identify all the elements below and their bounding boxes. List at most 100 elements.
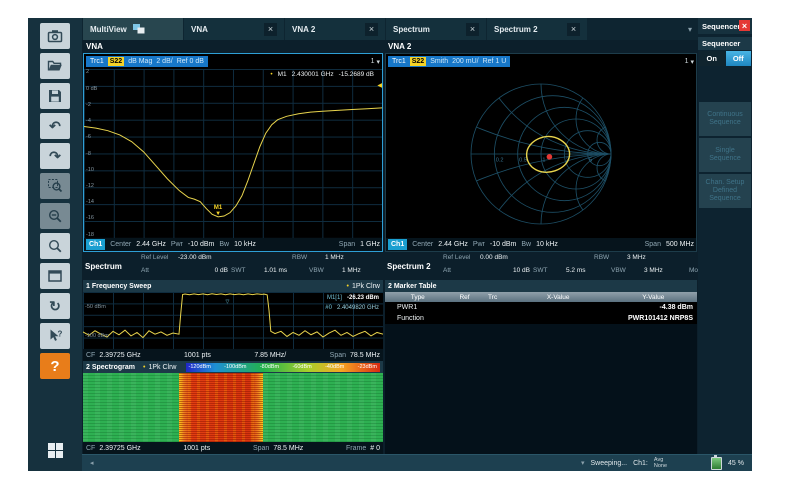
zoom-out-button[interactable] (40, 203, 70, 229)
vbw-value[interactable]: 3 MHz (644, 267, 686, 274)
refresh-button[interactable]: ↻ (40, 293, 70, 319)
spectrum-window-title: Spectrum (85, 253, 137, 279)
cf-label: CF (86, 352, 95, 359)
channel-chip[interactable]: Ch1 (388, 239, 407, 250)
sweep-status-text: Sweeping... (590, 460, 627, 467)
spg-cf-value[interactable]: 2.39725 GHz (99, 445, 140, 452)
softkey-continuous-sequence[interactable]: Continuous Sequence (699, 102, 751, 136)
frame-value[interactable]: # 0 (370, 445, 380, 452)
trace-format: Smith (430, 58, 448, 65)
att-label: Att (141, 267, 175, 274)
spectrogram-display[interactable] (83, 373, 383, 442)
softkey-chan-setup-defined-sequence[interactable]: Chan. Setup Defined Sequence (699, 174, 751, 208)
center-value[interactable]: 2.44 GHz (438, 241, 468, 248)
vna2-window[interactable]: Trc1 S22 Smith 200 mU/ Ref 1 U 1 ▾ (385, 53, 697, 252)
status-bar: ◂ ▾ Sweeping... Ch1: Avg None 45 % (82, 454, 752, 471)
rbw-value[interactable]: 3 MHz (627, 254, 646, 261)
spectrum2-info-row: Spectrum 2 Ref Level 0.00 dBm RBW 3 MHz … (385, 252, 697, 280)
tab-overflow-icon[interactable]: ▾ (688, 25, 698, 34)
close-icon[interactable]: × (739, 20, 750, 31)
frequency-sweep-header[interactable]: 1 Frequency Sweep •1Pk Clrw (83, 280, 383, 292)
bw-value[interactable]: 10 kHz (536, 241, 558, 248)
span-value[interactable]: 1 GHz (360, 241, 380, 248)
windows-start-button[interactable] (40, 437, 70, 463)
bw-value[interactable]: 10 kHz (234, 241, 256, 248)
tab-close-icon[interactable]: × (466, 23, 479, 36)
pwr-value[interactable]: -10 dBm (490, 241, 516, 248)
sweep-y-label: -100 dBm (85, 333, 109, 339)
m1-marker-symbol[interactable]: M1 ▼ (214, 205, 222, 217)
help-button[interactable]: ? (40, 353, 70, 379)
zoom-button[interactable] (40, 233, 70, 259)
att-value[interactable]: 10 dB (480, 267, 530, 274)
tab-spectrum-2[interactable]: Spectrum 2× (487, 18, 587, 40)
frequency-sweep-plot[interactable]: -50 dBm-100 dBm ▽ M1[1]-26.23 dBm #02.40… (83, 292, 383, 349)
vna2-trace-selector[interactable]: 1 ▾ (685, 58, 694, 66)
tab-vna-2[interactable]: VNA 2× (285, 18, 385, 40)
spectrogram-legend-label: 1Pk Clrw (148, 364, 176, 371)
vna2-window-title: VNA 2 (385, 40, 697, 53)
open-file-button[interactable] (40, 53, 70, 79)
spg-span-value[interactable]: 78.5 MHz (273, 445, 303, 452)
spectrogram-title: 2 Spectrogram (86, 364, 135, 371)
window-icon (47, 268, 63, 284)
swt-value[interactable]: 1.01 ms (264, 267, 306, 274)
status-collapse-icon[interactable]: ◂ (90, 459, 94, 467)
spg-span-label: Span (253, 445, 269, 452)
spectrogram-header[interactable]: 2 Spectrogram •1Pk Clrw -120dBm-100dBm-8… (83, 361, 383, 373)
context-help-button[interactable]: ? (40, 323, 70, 349)
smith-marker-dot (547, 154, 553, 160)
tab-multiview[interactable]: MultiView (83, 18, 183, 40)
sweep-span-value[interactable]: 78.5 MHz (350, 352, 380, 359)
vna-y-label: -10 (86, 167, 94, 173)
redo-button[interactable]: ↷ (40, 143, 70, 169)
tab-vna[interactable]: VNA× (184, 18, 284, 40)
save-button[interactable] (40, 83, 70, 109)
swt-value[interactable]: 5.2 ms (566, 267, 608, 274)
channel-chip[interactable]: Ch1 (86, 239, 105, 250)
rbw-value[interactable]: 1 MHz (325, 254, 344, 261)
vna-y-label: 0 dB (86, 86, 97, 92)
smith-chart[interactable]: 0.20.5125 (386, 69, 696, 238)
vna-trace-selector[interactable]: 1 ▾ (371, 58, 380, 66)
spectrogram-footer: CF 2.39725 GHz 1001 pts Span 78.5 MHz Fr… (83, 442, 383, 454)
cf-value[interactable]: 2.39725 GHz (99, 352, 140, 359)
vna-plot[interactable]: 20 dB-2-4-6-8-10-12-14-16-18 • M1 2.4300… (84, 69, 382, 238)
trace-ref: Ref 1 U (483, 58, 507, 65)
vna2-trace-chip[interactable]: Trc1 S22 Smith 200 mU/ Ref 1 U (388, 56, 510, 67)
table-cell-type: PWR1 (385, 304, 451, 311)
ref-level-value[interactable]: -23.00 dBm (178, 254, 228, 261)
rbw-label: RBW (594, 254, 624, 261)
center-label: Center (412, 241, 433, 248)
sequencer-off-button[interactable]: Off (726, 51, 752, 66)
instrument-screen: ↶ ↷ ↻ ? ? MultiViewVNA×VNA 2×Spectrum×Sp… (28, 18, 752, 471)
softkey-single-sequence[interactable]: Single Sequence (699, 138, 751, 172)
vna-trace-chip[interactable]: Trc1 S22 dB Mag 2 dB/ Ref 0 dB (86, 56, 208, 67)
pwr-value[interactable]: -10 dBm (188, 241, 214, 248)
tab-spectrum[interactable]: Spectrum× (386, 18, 486, 40)
span-value[interactable]: 500 MHz (666, 241, 694, 248)
ref-level-value[interactable]: 0.00 dBm (480, 254, 530, 261)
status-avg-stack: Avg None (654, 457, 667, 469)
sequencer-on-button[interactable]: On (699, 51, 725, 66)
undo-button[interactable]: ↶ (40, 113, 70, 139)
tab-close-icon[interactable]: × (264, 23, 277, 36)
table-row[interactable]: PWR1-4.38 dBm (385, 302, 697, 313)
zoom-select-button[interactable] (40, 173, 70, 199)
att-value[interactable]: 0 dB (178, 267, 228, 274)
vna2-trace-header: Trc1 S22 Smith 200 mU/ Ref 1 U 1 ▾ (386, 54, 696, 69)
spg-points-value: 1001 pts (183, 445, 210, 452)
center-value[interactable]: 2.44 GHz (136, 241, 166, 248)
tab-close-icon[interactable]: × (567, 23, 580, 36)
marker-table-header[interactable]: 2 Marker Table (385, 280, 697, 292)
display-window-button[interactable] (40, 263, 70, 289)
vbw-value[interactable]: 1 MHz (342, 267, 384, 274)
frequency-sweep-footer: CF 2.39725 GHz 1001 pts 7.85 MHz/ Span 7… (83, 349, 383, 361)
vna-window[interactable]: Trc1 S22 dB Mag 2 dB/ Ref 0 dB 1 ▾ (83, 53, 383, 252)
sweep-marker-readout: M1[1]-26.23 dBm #02.4049820 GHz (325, 294, 379, 313)
table-row[interactable]: FunctionPWR101412 NRP8S (385, 313, 697, 324)
tab-close-icon[interactable]: × (365, 23, 378, 36)
status-dropdown-icon[interactable]: ▾ (581, 459, 585, 467)
trace-ref: Ref 0 dB (177, 58, 204, 65)
screenshot-camera-button[interactable] (40, 23, 70, 49)
